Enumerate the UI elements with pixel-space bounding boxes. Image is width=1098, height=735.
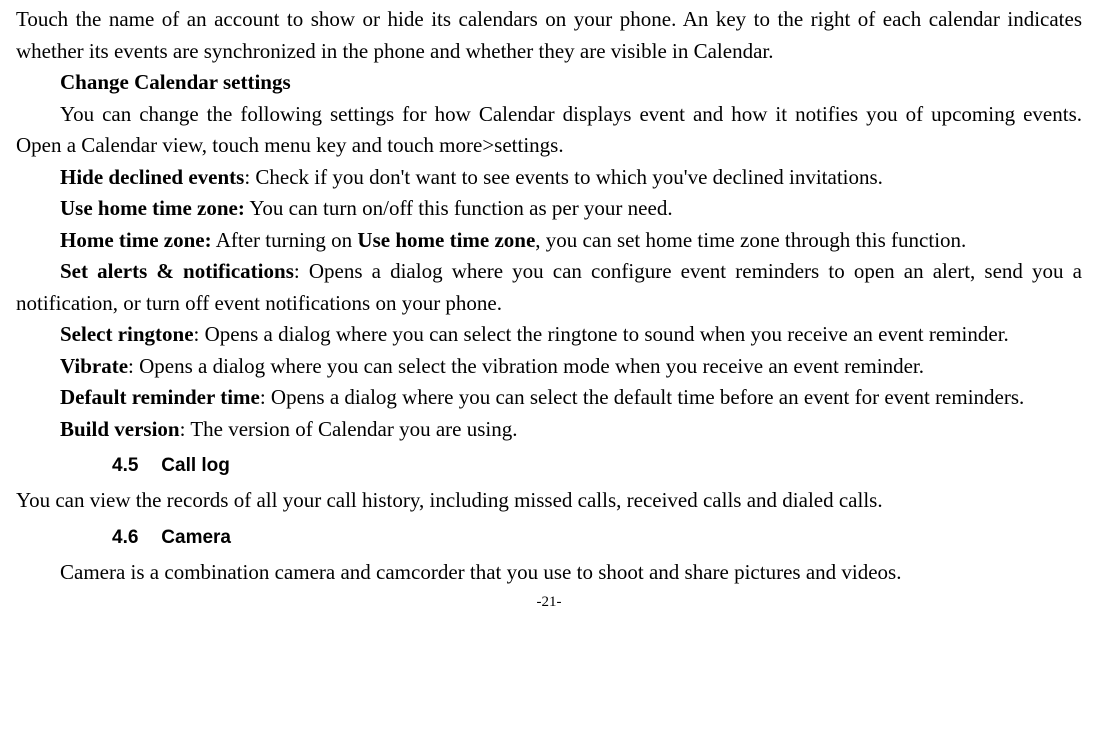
change-settings-heading: Change Calendar settings [60, 70, 291, 94]
home-tz-heading: Home time zone: [60, 228, 212, 252]
build-version-line: Build version: The version of Calendar y… [16, 414, 1082, 446]
document-page: Touch the name of an account to show or … [0, 0, 1098, 611]
build-version-text: : The version of Calendar you are using. [180, 417, 518, 441]
ringtone-heading: Select ringtone [60, 322, 194, 346]
ringtone-line: Select ringtone: Opens a dialog where yo… [16, 319, 1082, 351]
intro-paragraph: Touch the name of an account to show or … [16, 4, 1082, 67]
hide-declined-heading: Hide declined events [60, 165, 244, 189]
default-reminder-text: : Opens a dialog where you can select th… [260, 385, 1024, 409]
change-settings-paragraph: Change Calendar settings [16, 67, 1082, 99]
home-tz-inline-bold: Use home time zone [357, 228, 535, 252]
section-4-6-heading: 4.6 Camera [112, 527, 1082, 549]
use-home-tz-heading: Use home time zone: [60, 196, 245, 220]
vibrate-line: Vibrate: Opens a dialog where you can se… [16, 351, 1082, 383]
build-version-heading: Build version [60, 417, 180, 441]
alerts-line: Set alerts & notifications: Opens a dial… [16, 256, 1082, 319]
alerts-heading: Set alerts & notifications [60, 259, 294, 283]
vibrate-heading: Vibrate [60, 354, 128, 378]
hide-declined-text: : Check if you don't want to see events … [244, 165, 883, 189]
section-4-6-title: Camera [161, 527, 231, 548]
home-tz-text-a: After turning on [212, 228, 358, 252]
camera-paragraph: Camera is a combination camera and camco… [16, 557, 1082, 589]
default-reminder-line: Default reminder time: Opens a dialog wh… [16, 382, 1082, 414]
section-4-5-heading: 4.5 Call log [112, 455, 1082, 477]
use-home-tz-text: You can turn on/off this function as per… [245, 196, 673, 220]
default-reminder-heading: Default reminder time [60, 385, 260, 409]
page-number: -21- [16, 594, 1082, 611]
section-4-5-number: 4.5 [112, 455, 156, 477]
vibrate-text: : Opens a dialog where you can select th… [128, 354, 924, 378]
home-tz-text-b: , you can set home time zone through thi… [535, 228, 966, 252]
change-settings-body: You can change the following settings fo… [16, 99, 1082, 162]
section-4-5-title: Call log [161, 455, 230, 476]
hide-declined-line: Hide declined events: Check if you don't… [16, 162, 1082, 194]
use-home-tz-line: Use home time zone: You can turn on/off … [16, 193, 1082, 225]
ringtone-text: : Opens a dialog where you can select th… [194, 322, 1009, 346]
home-tz-line: Home time zone: After turning on Use hom… [16, 225, 1082, 257]
section-4-6-number: 4.6 [112, 527, 156, 549]
call-log-paragraph: You can view the records of all your cal… [16, 485, 1082, 517]
